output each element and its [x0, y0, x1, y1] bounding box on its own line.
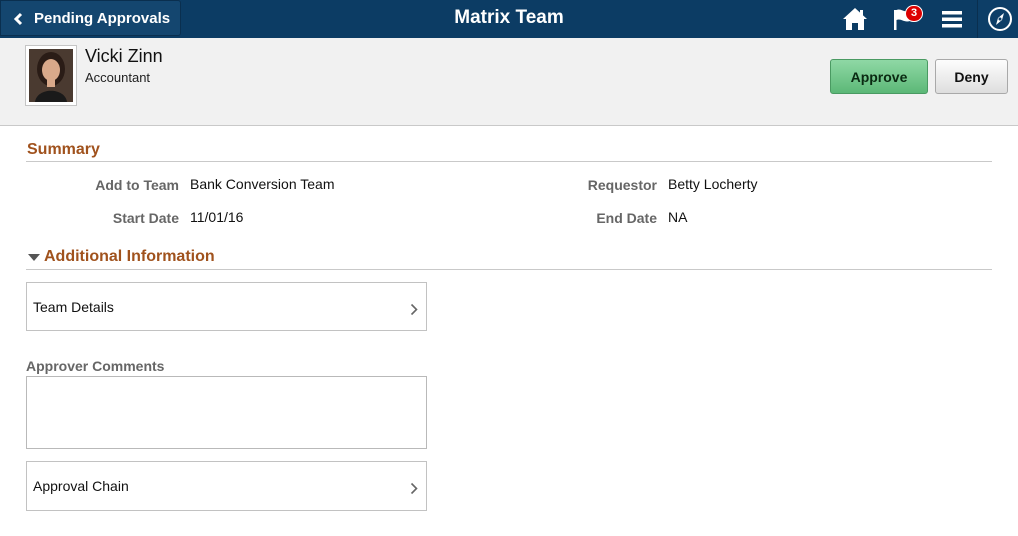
back-button[interactable]: Pending Approvals: [0, 0, 181, 36]
navbar-compass-icon: [988, 7, 1012, 31]
additional-information-divider: [26, 269, 992, 270]
approval-chain-label: Approval Chain: [33, 478, 129, 494]
requestor-label: Requestor: [587, 177, 657, 193]
add-to-team-label: Add to Team: [95, 177, 179, 193]
summary-heading: Summary: [27, 141, 100, 158]
start-date-value: 11/01/16: [190, 209, 244, 225]
menu-icon[interactable]: [937, 4, 967, 34]
home-icon[interactable]: [840, 4, 870, 34]
team-details-link[interactable]: Team Details: [26, 282, 427, 331]
end-date-label: End Date: [596, 210, 657, 226]
navbar-button[interactable]: [977, 0, 1018, 38]
employee-job-title: Accountant: [85, 70, 151, 85]
page-title: Matrix Team: [454, 7, 564, 28]
team-details-label: Team Details: [33, 299, 114, 315]
add-to-team-value: Bank Conversion Team: [190, 176, 335, 192]
start-date-label: Start Date: [112, 210, 179, 226]
chevron-right-icon: [410, 482, 418, 495]
deny-button[interactable]: Deny: [935, 59, 1008, 94]
additional-information-heading[interactable]: Additional Information: [44, 248, 215, 266]
requestor-value: Betty Locherty: [668, 176, 758, 192]
back-button-label: Pending Approvals: [34, 10, 171, 27]
approver-comments-label: Approver Comments: [26, 358, 165, 374]
end-date-value: NA: [668, 209, 688, 225]
chevron-right-icon: [410, 303, 418, 316]
summary-divider: [26, 161, 992, 162]
top-banner: Pending Approvals Matrix Team 3: [0, 0, 1018, 38]
approval-chain-link[interactable]: Approval Chain: [26, 461, 427, 511]
employee-photo: [29, 49, 73, 102]
employee-banner: Vicki Zinn Accountant Approve Deny: [0, 38, 1018, 126]
collapse-triangle-icon[interactable]: [28, 254, 40, 261]
approve-button[interactable]: Approve: [830, 59, 928, 94]
employee-photo-frame: [25, 45, 77, 106]
approver-comments-input[interactable]: [26, 376, 427, 449]
chevron-left-icon: [13, 12, 23, 26]
notification-badge: 3: [905, 5, 923, 22]
employee-name: Vicki Zinn: [85, 46, 163, 66]
